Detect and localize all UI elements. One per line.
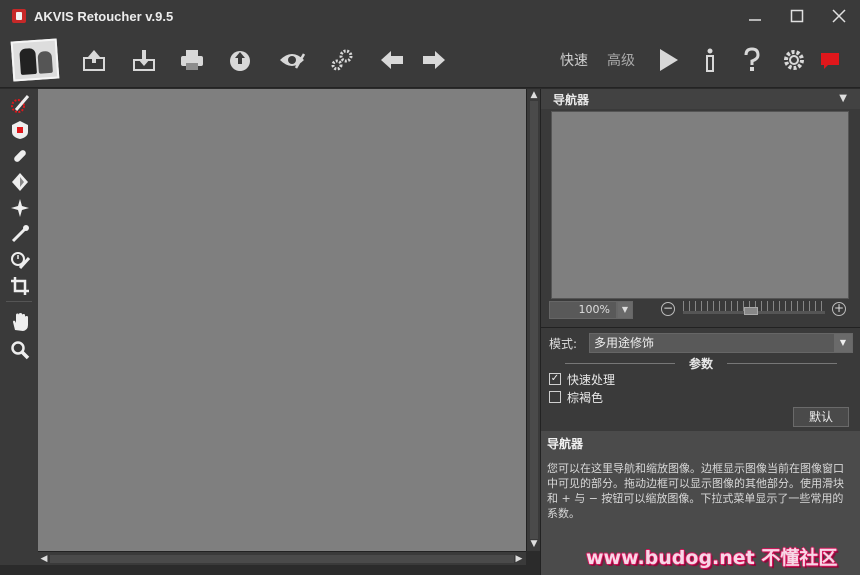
save-image-icon[interactable] (128, 44, 160, 76)
chevron-down-icon[interactable]: ▼ (839, 93, 847, 104)
zoom-out-icon[interactable]: − (661, 302, 675, 316)
window-title: AKVIS Retoucher v.9.5 (34, 8, 174, 24)
brown-color-label: 棕褐色 (567, 390, 604, 405)
scroll-right-icon[interactable]: ▶ (514, 554, 524, 564)
mode-select[interactable]: 多用途修饰 ▼ (589, 333, 853, 353)
preview-eye-icon[interactable] (276, 44, 308, 76)
scroll-left-icon[interactable]: ◀ (39, 554, 49, 564)
watermark-text: www.budog.net 不懂社区 (586, 547, 838, 569)
zoom-icon[interactable] (9, 339, 31, 361)
history-brush-icon[interactable] (9, 249, 31, 271)
close-icon (832, 9, 846, 23)
brown-color-checkbox[interactable]: 棕褐色 (549, 389, 749, 405)
help-icon[interactable] (736, 44, 768, 76)
zoom-dropdown-icon[interactable]: ▼ (617, 301, 633, 319)
mode-row: 模式: 多用途修饰 ▼ (549, 333, 853, 353)
canvas-vertical-scrollbar[interactable]: ▲ ▼ (526, 89, 540, 551)
patch-icon[interactable] (9, 119, 31, 141)
print-icon[interactable] (176, 44, 208, 76)
open-image-icon[interactable] (78, 44, 110, 76)
settings-gear-icon[interactable] (778, 44, 810, 76)
share-icon[interactable] (224, 44, 256, 76)
undo-arrow-icon[interactable] (376, 44, 408, 76)
zoom-controls: 100% ▼ − + (549, 301, 853, 321)
scroll-track[interactable] (50, 555, 514, 563)
batch-gears-icon[interactable] (326, 44, 358, 76)
zoom-slider-thumb[interactable] (744, 307, 758, 315)
panel-divider (541, 327, 860, 328)
healing-star-icon[interactable] (9, 197, 31, 219)
minimize-button[interactable] (734, 0, 776, 32)
checkbox-checked-icon[interactable]: ✓ (549, 373, 561, 385)
params-title: 参数 (541, 355, 860, 371)
maximize-icon (790, 9, 804, 23)
mode-advanced-tab[interactable]: 高级 (607, 50, 635, 70)
photo-thumbnail-icon[interactable] (10, 38, 60, 82)
retouch-brush-icon[interactable] (9, 93, 31, 115)
tools-panel (0, 89, 38, 575)
zoom-value-field[interactable]: 100% (549, 301, 617, 319)
help-title: 导航器 (547, 437, 584, 451)
fast-processing-label: 快速处理 (567, 372, 616, 387)
minimize-icon (749, 19, 761, 21)
zoom-in-icon[interactable]: + (832, 302, 846, 316)
hand-icon[interactable] (9, 311, 31, 333)
mode-express-tab[interactable]: 快速 (560, 50, 588, 70)
title-bar: AKVIS Retoucher v.9.5 (0, 0, 860, 32)
scroll-up-icon[interactable]: ▲ (529, 90, 539, 100)
mode-label: 模式: (549, 336, 578, 351)
navigator-preview[interactable] (551, 111, 849, 299)
maximize-button[interactable] (776, 0, 818, 32)
smudge-brush-icon[interactable] (9, 223, 31, 245)
clone-stamp-icon[interactable] (9, 145, 31, 167)
run-icon[interactable] (652, 44, 684, 76)
chevron-down-icon[interactable]: ▼ (834, 334, 852, 352)
image-canvas[interactable] (38, 89, 526, 551)
redo-arrow-icon[interactable] (418, 44, 450, 76)
mode-select-value: 多用途修饰 (594, 336, 655, 350)
tools-divider (6, 301, 32, 302)
chameleon-brush-icon[interactable] (9, 171, 31, 193)
canvas-horizontal-scrollbar[interactable]: ◀ ▶ (38, 551, 526, 565)
right-panel: 导航器 ▼ 100% ▼ − + 模式: 多用途修饰 ▼ 参数 ✓ 快速处理 棕… (540, 89, 860, 575)
main-toolbar: 快速 高级 (0, 32, 860, 88)
crop-icon[interactable] (9, 275, 31, 297)
help-body: 您可以在这里导航和缩放图像。边框显示图像当前在图像窗口中可见的部分。拖动边框可以… (547, 462, 844, 520)
scroll-track[interactable] (530, 101, 538, 539)
checkbox-unchecked-icon[interactable] (549, 391, 561, 403)
fast-processing-checkbox[interactable]: ✓ 快速处理 (549, 371, 749, 387)
status-strip (0, 565, 540, 575)
app-logo-icon (12, 9, 26, 23)
window-controls (734, 0, 860, 32)
feedback-icon[interactable] (814, 44, 846, 76)
navigator-header[interactable]: 导航器 ▼ (541, 89, 860, 109)
scroll-down-icon[interactable]: ▼ (529, 539, 539, 549)
default-button[interactable]: 默认 (793, 407, 849, 427)
close-button[interactable] (818, 0, 860, 32)
info-icon[interactable] (694, 44, 726, 76)
navigator-title: 导航器 (553, 92, 590, 107)
